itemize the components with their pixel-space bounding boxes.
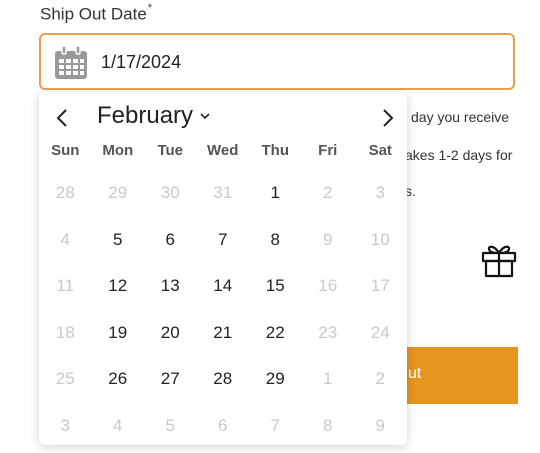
calendar-week-row: 25 26 27 28 29 1 2 <box>39 356 407 403</box>
calendar-day-outside: 16 <box>318 276 338 296</box>
calendar-day-outside: 6 <box>218 415 228 435</box>
calendar-day-outside: 29 <box>108 183 128 202</box>
month-label[interactable]: February <box>97 102 193 130</box>
calendar-day-outside: 3 <box>375 183 385 202</box>
background-text-1: day you receive <box>411 109 510 125</box>
calendar-day-outside: 9 <box>323 229 333 249</box>
calendar-day-outside: 2 <box>375 369 385 389</box>
calendar-day-outside: 18 <box>55 322 75 342</box>
calendar-week-row: 3 4 5 6 7 8 9 <box>39 403 407 450</box>
calendar-day-outside: 30 <box>160 183 180 202</box>
calendar-day[interactable]: 5 <box>92 217 145 264</box>
required-mark: * <box>147 2 153 14</box>
calendar-week-row: 4 5 6 7 8 9 10 <box>39 217 407 264</box>
ship-out-date-label: Ship Out Date* <box>40 2 153 25</box>
calendar-day-outside: 25 <box>55 369 75 389</box>
calendar-day[interactable]: 27 <box>144 356 197 403</box>
datepicker-popup: February Sun Mon Tue Wed Thu Fri Sat 28 2… <box>39 92 407 445</box>
calendar-day[interactable]: 29 <box>249 356 302 403</box>
calendar-day[interactable]: 6 <box>144 217 197 264</box>
ship-out-date-label-text: Ship Out Date <box>40 4 147 24</box>
calendar-day[interactable]: 7 <box>197 217 250 264</box>
weekday-label: Fri <box>318 142 338 159</box>
calendar-day[interactable]: 8 <box>249 217 302 264</box>
calendar-day-outside: 8 <box>323 415 333 435</box>
calendar-day[interactable]: 28 <box>197 356 250 403</box>
calendar-day-outside: 31 <box>213 183 233 202</box>
calendar-day-outside: 10 <box>370 229 390 249</box>
month-select[interactable]: February <box>97 102 211 130</box>
calendar-day[interactable]: 14 <box>197 263 250 310</box>
calendar-day-outside: 5 <box>165 415 175 435</box>
calendar-day-outside: 28 <box>55 183 75 202</box>
calendar-day[interactable]: 20 <box>144 310 197 357</box>
weekday-label: Mon <box>102 142 134 159</box>
calendar-day[interactable]: 21 <box>197 310 250 357</box>
calendar-day[interactable]: 22 <box>249 310 302 357</box>
weekday-label: Thu <box>261 142 290 159</box>
background-text-2: akes 1-2 days for <box>405 147 513 163</box>
calendar-day[interactable]: 12 <box>92 263 145 310</box>
date-value[interactable]: 1/17/2024 <box>101 52 181 73</box>
chevron-left-icon[interactable] <box>51 106 75 130</box>
gift-icon <box>481 245 517 278</box>
calendar-day-outside: 24 <box>370 322 390 342</box>
calendar-day[interactable]: 19 <box>92 310 145 357</box>
calendar-day-outside: 4 <box>113 415 123 435</box>
calendar-day-outside: 23 <box>318 322 338 342</box>
calendar-day-outside: 7 <box>270 415 280 435</box>
calendar-day-outside: 17 <box>370 276 390 296</box>
calendar-day-outside: 4 <box>60 229 70 249</box>
calendar-day-outside: 11 <box>56 276 75 296</box>
ship-out-date-input[interactable]: 1/17/2024 <box>39 33 515 90</box>
calendar-week-row: 11 12 13 14 15 16 17 <box>39 263 407 310</box>
calendar-day-outside: 3 <box>60 415 70 435</box>
calendar-day-outside: 1 <box>323 369 333 389</box>
calendar-day[interactable]: 1 <box>249 170 302 217</box>
calendar-day[interactable]: 26 <box>92 356 145 403</box>
chevron-right-icon[interactable] <box>375 106 399 130</box>
calendar-icon[interactable] <box>53 45 89 81</box>
checkout-button-label[interactable]: ut <box>408 365 421 383</box>
calendar-week-row: 18 19 20 21 22 23 24 <box>39 310 407 357</box>
day-grid: 28 29 30 31 1 2 3 4 5 6 7 8 9 10 11 12 13 14 15 16 17 18 19 20 2… <box>39 170 407 450</box>
weekday-header: Sun Mon Tue Wed Thu Fri Sat <box>39 142 407 159</box>
calendar-day[interactable]: 15 <box>249 263 302 310</box>
weekday-label: Sun <box>51 142 80 159</box>
calendar-day-outside: 2 <box>323 183 333 202</box>
calendar-week-row: 28 29 30 31 1 2 3 <box>39 170 407 217</box>
calendar-day[interactable]: 13 <box>144 263 197 310</box>
weekday-label: Sat <box>368 142 392 159</box>
chevron-down-icon[interactable] <box>199 110 211 122</box>
weekday-label: Wed <box>207 142 239 159</box>
calendar-day-outside: 9 <box>375 415 385 435</box>
weekday-label: Tue <box>157 142 184 159</box>
